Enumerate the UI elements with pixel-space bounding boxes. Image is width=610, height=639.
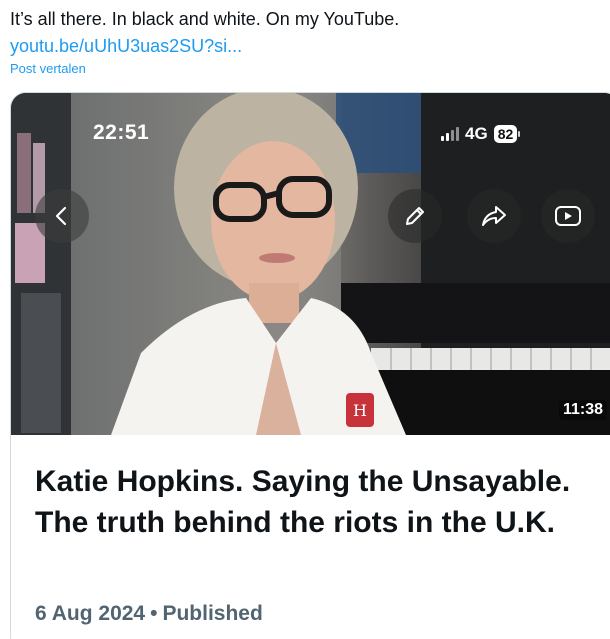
video-duration: 11:38 xyxy=(559,400,608,420)
chevron-left-icon xyxy=(55,206,67,226)
card-body[interactable]: Katie Hopkins. Saying the Unsayable. The… xyxy=(11,435,610,639)
status-indicators: 4G 82 xyxy=(441,123,521,145)
meta-separator: • xyxy=(150,602,158,625)
pencil-icon xyxy=(406,207,424,225)
card-meta: 6 Aug 2024 • Published xyxy=(35,602,263,626)
link-card[interactable]: H 22:51 4G 82 11:38 Katie Hopkins. Sayin… xyxy=(10,92,610,639)
signal-icon xyxy=(441,127,459,141)
tweet-text: It’s all there. In black and white. On m… xyxy=(10,9,400,29)
battery-icon: 82 xyxy=(493,125,521,143)
edit-button[interactable] xyxy=(388,189,442,243)
tweet-link[interactable]: youtu.be/uUhU3uas2SU?si... xyxy=(10,35,242,57)
svg-text:H: H xyxy=(353,401,367,420)
play-icon xyxy=(555,206,581,226)
share-button[interactable] xyxy=(467,189,521,243)
youtube-button[interactable] xyxy=(541,189,595,243)
share-arrow-icon xyxy=(482,206,506,226)
battery-level: 82 xyxy=(493,125,518,143)
publish-date: 6 Aug 2024 xyxy=(35,602,146,625)
publish-status: Published xyxy=(162,602,263,625)
back-button[interactable] xyxy=(35,189,89,243)
status-time: 22:51 xyxy=(93,121,150,144)
video-thumbnail[interactable]: H 22:51 4G 82 11:38 xyxy=(11,93,610,435)
network-type: 4G xyxy=(465,124,488,143)
card-title[interactable]: Katie Hopkins. Saying the Unsayable. The… xyxy=(35,461,575,543)
translate-post-link[interactable]: Post vertalen xyxy=(10,61,86,77)
